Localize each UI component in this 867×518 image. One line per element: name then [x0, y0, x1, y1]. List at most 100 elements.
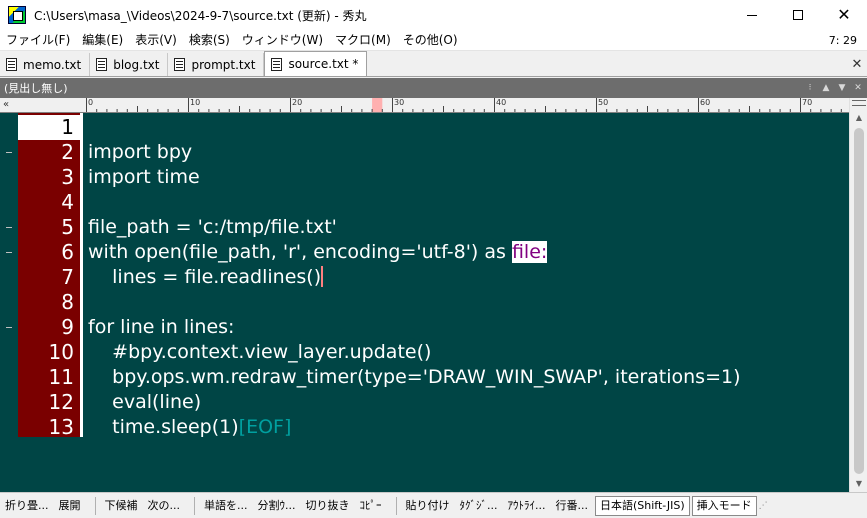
menu-macro[interactable]: マクロ(M): [329, 30, 397, 51]
line-number[interactable]: 5: [18, 215, 74, 240]
vertical-scrollbar[interactable]: ▲ ▼: [849, 98, 867, 492]
fkey-2[interactable]: 展開: [54, 495, 86, 517]
split-handle-icon[interactable]: [852, 100, 866, 106]
scroll-up-icon[interactable]: ▲: [850, 110, 867, 126]
code-line[interactable]: with open(file_path, 'r', encoding='utf-…: [88, 240, 548, 265]
fkey-8[interactable]: ｺﾋﾟｰ: [355, 495, 387, 517]
ruler-label: 20: [292, 98, 303, 107]
menu-edit[interactable]: 編集(E): [76, 30, 129, 51]
fold-marker-icon[interactable]: [6, 252, 12, 253]
outline-up-icon[interactable]: ▲: [819, 78, 833, 98]
scroll-down-icon[interactable]: ▼: [850, 476, 867, 492]
line-number[interactable]: 13: [18, 415, 74, 440]
tab-blog[interactable]: blog.txt: [90, 53, 169, 76]
tab-close-button[interactable]: ✕: [847, 53, 867, 76]
fkey-separator: [86, 496, 96, 515]
document-icon: [6, 58, 17, 71]
menu-view[interactable]: 表示(V): [129, 30, 183, 51]
tab-source[interactable]: source.txt *: [264, 51, 368, 76]
menu-file[interactable]: ファイル(F): [0, 30, 76, 51]
code-text: with open(file_path, 'r', encoding='utf-…: [88, 241, 512, 263]
line-number[interactable]: 2: [18, 140, 74, 165]
editor-pane[interactable]: « 0 10 20 30 40 50 60 70 1 2 3 4 5 6 7 8 9 10 11 12 13 impo…: [0, 98, 849, 492]
outline-split-icon[interactable]: ⁝: [803, 78, 817, 98]
line-number[interactable]: 10: [18, 340, 74, 365]
encoding-indicator[interactable]: 日本語(Shift-JIS): [595, 495, 690, 516]
code-line[interactable]: import time: [88, 165, 200, 190]
highlighted-word: file:: [511, 241, 548, 263]
code-line[interactable]: for line in lines:: [88, 315, 234, 340]
tab-memo[interactable]: memo.txt: [0, 53, 91, 76]
code-area[interactable]: import bpy import time file_path = 'c:/tmp…: [88, 113, 848, 453]
code-line[interactable]: time.sleep(1)[EOF]: [88, 415, 291, 440]
text-caret: [321, 266, 324, 287]
minimize-button[interactable]: [729, 0, 775, 30]
window-title: C:\Users\masa_\Videos\2024-9-7\source.tx…: [34, 8, 367, 23]
tab-label: memo.txt: [23, 57, 82, 72]
code-line[interactable]: #bpy.context.view_layer.update(): [88, 340, 431, 365]
code-line[interactable]: import bpy: [88, 140, 192, 165]
status-bar: 折り畳... 展開 下候補 次の... 単語を... 分割ｳ... 切り抜き ｺ…: [0, 492, 867, 518]
tab-prompt[interactable]: prompt.txt: [168, 53, 265, 76]
fkey-3[interactable]: 下候補: [100, 495, 143, 517]
document-icon: [174, 58, 186, 71]
line-number[interactable]: 3: [18, 165, 74, 190]
fold-marker-icon[interactable]: [6, 152, 12, 153]
fkey-9[interactable]: 貼り付け: [401, 495, 455, 517]
ruler-collapse-icon[interactable]: «: [3, 98, 17, 113]
line-number[interactable]: 8: [18, 290, 74, 315]
code-line[interactable]: file_path = 'c:/tmp/file.txt': [88, 215, 337, 240]
outline-down-icon[interactable]: ▼: [835, 78, 849, 98]
tab-label: prompt.txt: [191, 57, 256, 72]
fkey-12[interactable]: 行番...: [551, 495, 594, 517]
ruler-label: 0: [88, 98, 94, 107]
outline-heading[interactable]: (見出し無し): [0, 80, 803, 96]
maximize-button[interactable]: [775, 0, 821, 30]
ruler-scale: 0 10 20 30 40 50 60 70: [86, 98, 846, 113]
fkey-5[interactable]: 単語を...: [199, 495, 253, 517]
code-text: file_path = 'c:/tmp/file.txt': [88, 216, 337, 238]
line-number[interactable]: 11: [18, 365, 74, 390]
code-line[interactable]: lines = file.readlines(): [88, 265, 324, 290]
document-icon: [96, 58, 108, 71]
code-text: bpy.ops.wm.redraw_timer(type='DRAW_WIN_S…: [88, 366, 741, 388]
fkey-1[interactable]: 折り畳...: [0, 495, 54, 517]
fkey-4[interactable]: 次の...: [143, 495, 186, 517]
menu-other[interactable]: その他(O): [397, 30, 464, 51]
fold-marker-icon[interactable]: [6, 227, 12, 228]
line-number[interactable]: 9: [18, 315, 74, 340]
ruler-label: 50: [598, 98, 609, 107]
fkey-11[interactable]: ｱｳﾄﾗｲ...: [503, 495, 551, 517]
code-text: import bpy: [88, 141, 193, 163]
hidemaru-app-icon[interactable]: [8, 6, 26, 24]
scroll-thumb[interactable]: [854, 128, 864, 474]
insert-mode-indicator[interactable]: 挿入モード: [691, 495, 757, 516]
ruler-label: 30: [394, 98, 405, 107]
code-text: #bpy.context.view_layer.update(): [88, 341, 432, 363]
line-number[interactable]: 1: [18, 115, 80, 140]
fold-gutter[interactable]: [0, 113, 18, 437]
close-button[interactable]: ✕: [821, 0, 867, 30]
line-number[interactable]: 4: [18, 190, 74, 215]
close-icon: ✕: [837, 5, 851, 24]
ruler[interactable]: « 0 10 20 30 40 50 60 70: [0, 98, 849, 113]
ruler-label: 40: [496, 98, 507, 107]
outline-close-icon[interactable]: ✕: [851, 78, 865, 98]
line-number[interactable]: 12: [18, 390, 74, 415]
code-line[interactable]: eval(line): [88, 390, 201, 415]
gutter-separator: [80, 113, 83, 437]
fold-marker-icon[interactable]: [6, 327, 12, 328]
code-text: time.sleep(1): [88, 416, 239, 438]
fkey-6[interactable]: 分割ｳ...: [253, 495, 301, 517]
resize-grip-icon[interactable]: ⋰: [759, 496, 773, 516]
ruler-label: 70: [802, 98, 813, 107]
menu-search[interactable]: 検索(S): [183, 30, 236, 51]
fkey-10[interactable]: ﾀｸﾞｼﾞ...: [455, 495, 503, 517]
line-number-gutter[interactable]: 1 2 3 4 5 6 7 8 9 10 11 12 13: [18, 113, 80, 440]
menu-window[interactable]: ウィンドウ(W): [236, 30, 329, 51]
line-number[interactable]: 6: [18, 240, 74, 265]
fkey-7[interactable]: 切り抜き: [301, 495, 355, 517]
menu-bar: ファイル(F) 編集(E) 表示(V) 検索(S) ウィンドウ(W) マクロ(M…: [0, 30, 867, 51]
line-number[interactable]: 7: [18, 265, 74, 290]
code-line[interactable]: bpy.ops.wm.redraw_timer(type='DRAW_WIN_S…: [88, 365, 741, 390]
